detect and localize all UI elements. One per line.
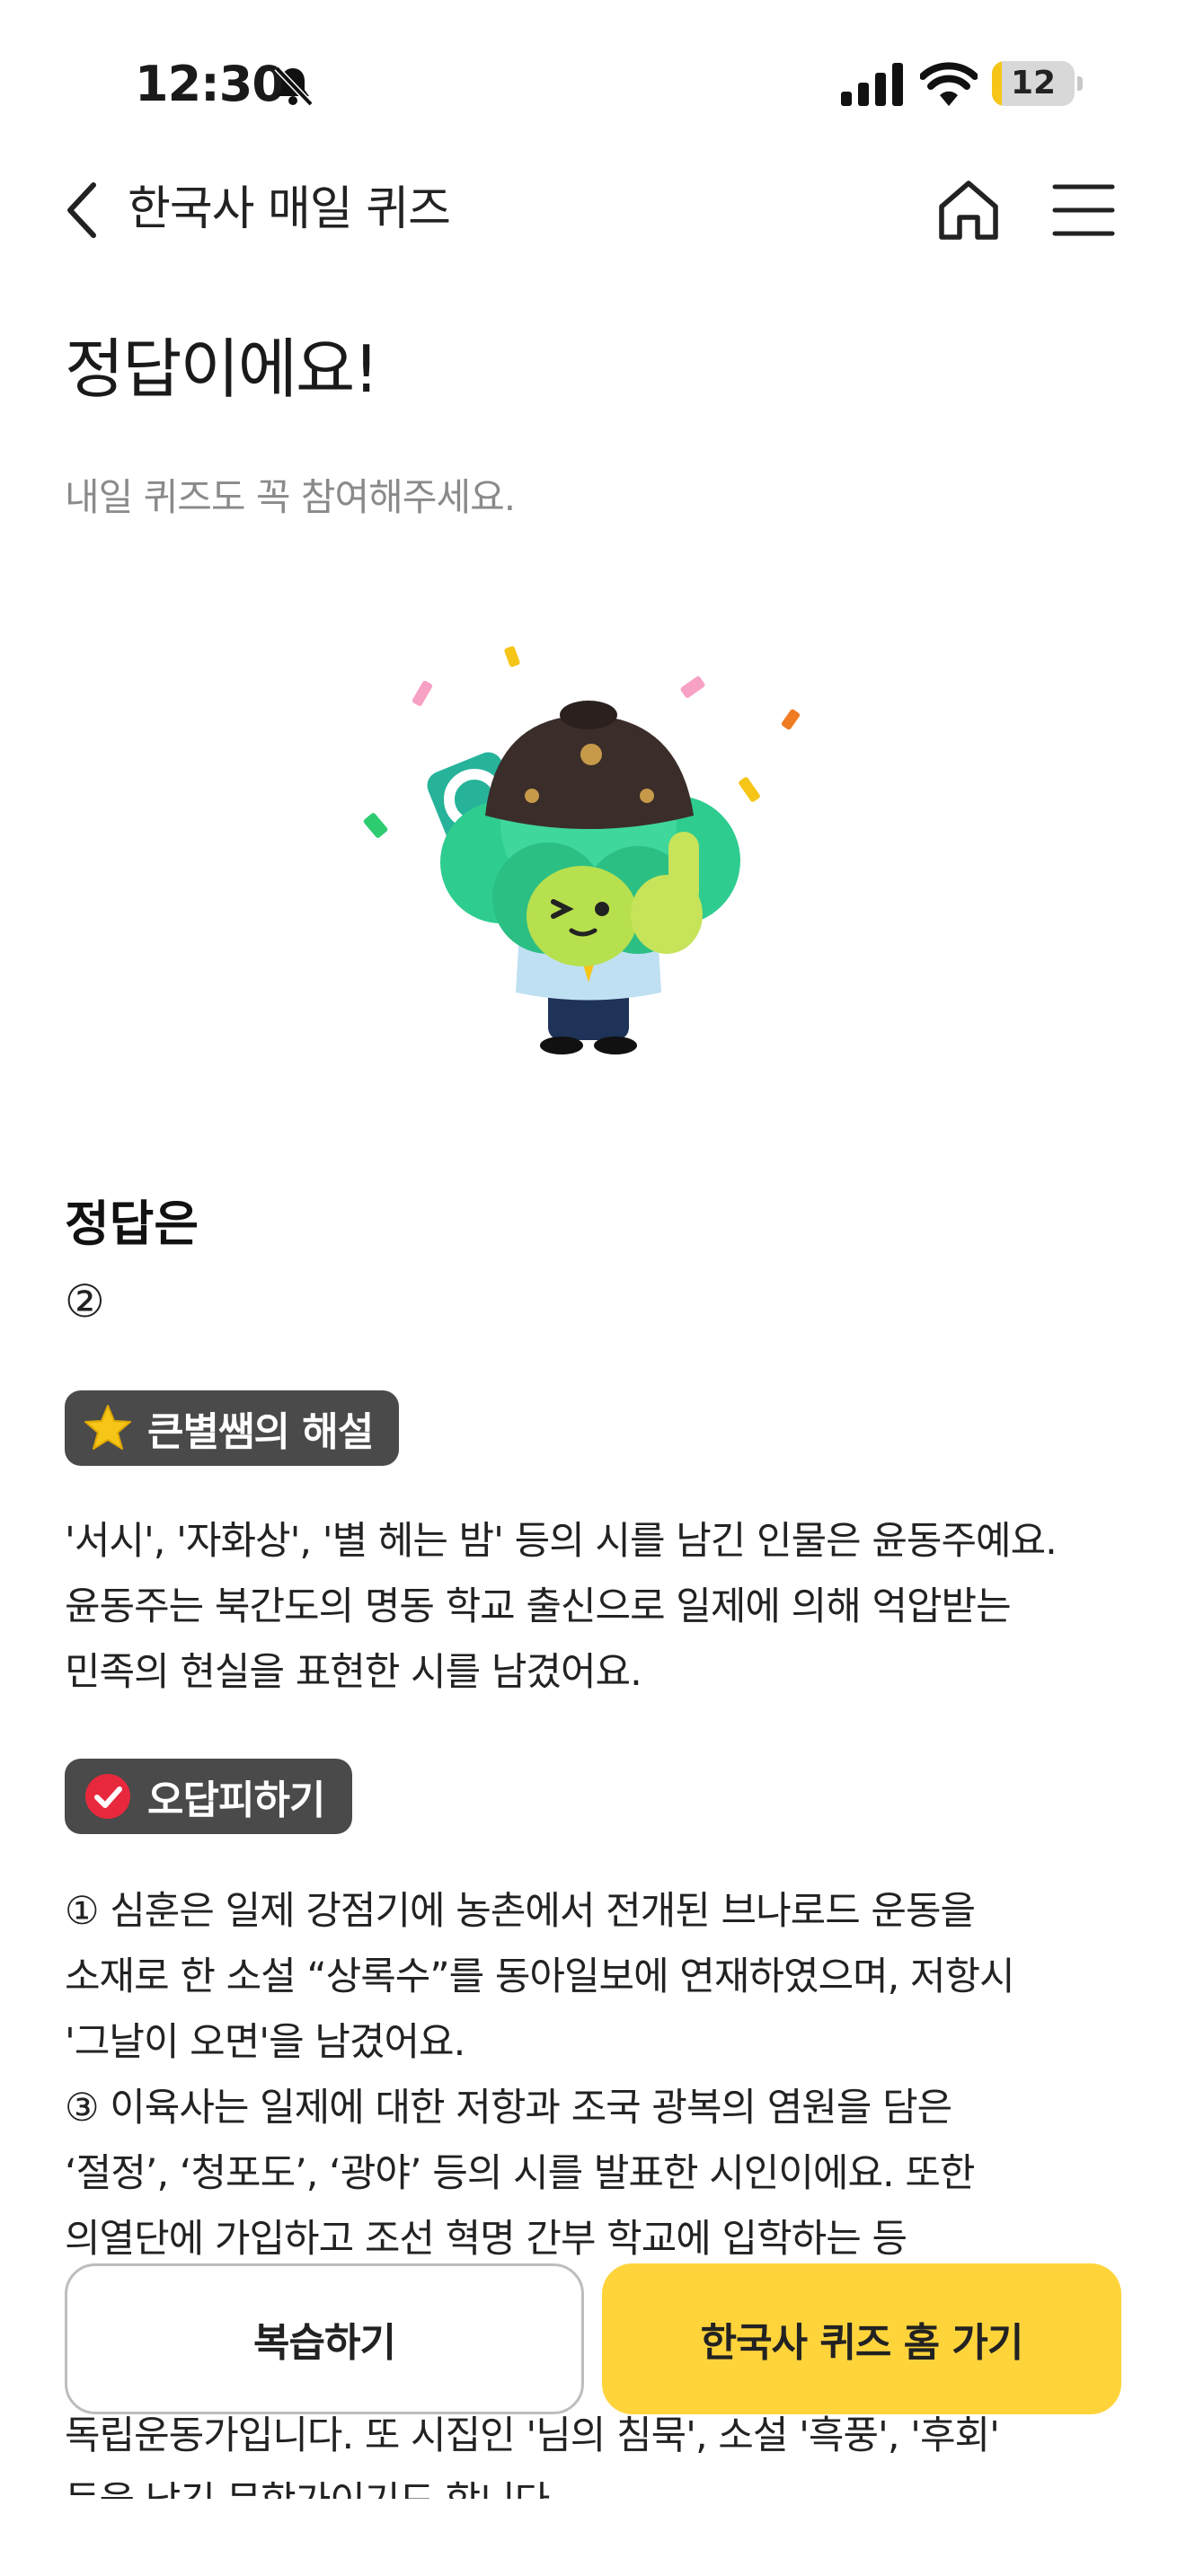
review-button[interactable]: 복습하기 [65, 2263, 584, 2414]
explanation-text: '서시', '자화상', '별 헤는 밤' 등의 시를 남긴 인물은 윤동주예요… [65, 1509, 1134, 1706]
confetti-piece [412, 680, 433, 707]
answer-value: ② [65, 1275, 105, 1328]
wrong-answers-line: '그날이 오면'을 남겼어요. [65, 2020, 465, 2065]
status-bar: 12:30 12 [0, 0, 1186, 171]
mascot-illustration [363, 646, 801, 1054]
confetti-piece [504, 646, 520, 667]
result-headline: 정답이에요! [65, 331, 379, 407]
check-circle-icon [85, 1774, 130, 1819]
status-time: 12:30 [135, 56, 286, 112]
explanation-line: '서시', '자화상', '별 헤는 밤' 등의 시를 남긴 인물은 윤동주예요… [65, 1519, 1058, 1564]
star-icon [84, 1405, 131, 1450]
explanation-badge-label: 큰별쌤의 해설 [147, 1409, 374, 1455]
result-subtitle: 내일 퀴즈도 꼭 참여해주세요. [65, 475, 516, 519]
bell-slash-icon [274, 66, 314, 107]
nav-title: 한국사 매일 퀴즈 [128, 182, 451, 236]
quiz-home-button[interactable]: 한국사 퀴즈 홈 가기 [602, 2263, 1121, 2414]
wrong-answers-line: 소재로 한 소설 “상록수”를 동아일보에 연재하였으며, 저항시 [65, 1954, 1015, 1999]
explanation-badge: 큰별쌤의 해설 [65, 1390, 399, 1466]
confetti-piece [363, 813, 388, 838]
explanation-line: 윤동주는 북간도의 명동 학교 출신으로 일제에 의해 억압받는 [65, 1584, 1012, 1629]
wrong-answers-badge: 오답피하기 [65, 1759, 352, 1834]
wrong-answers-line: 등을 남긴 문학가이기도 합니다. [65, 2469, 1134, 2499]
battery-icon: 12 [992, 61, 1084, 108]
wrong-answers-line: ① 심훈은 일제 강점기에 농촌에서 전개된 브나로드 운동을 [65, 1889, 976, 1934]
cellular-signal-icon [841, 63, 903, 106]
chevron-left-icon[interactable] [59, 176, 110, 244]
wrong-answers-line: ‘절정’, ‘청포도’, ‘광야’ 등의 시를 발표한 시인이에요. 또한 [65, 2151, 975, 2196]
confetti-piece [680, 675, 705, 699]
wifi-icon [920, 62, 978, 106]
hamburger-menu-icon[interactable] [1051, 181, 1116, 239]
explanation-line: 민족의 현실을 표현한 시를 남겼어요. [65, 1650, 642, 1695]
wrong-answers-badge-label: 오답피하기 [147, 1778, 325, 1823]
confetti-piece [739, 777, 760, 802]
home-icon[interactable] [933, 174, 1005, 246]
battery-level: 12 [1010, 65, 1057, 101]
confetti-piece [781, 709, 801, 730]
wrong-answers-line: ③ 이육사는 일제에 대한 저항과 조국 광복의 염원을 담은 [65, 2086, 952, 2130]
answer-label: 정답은 [65, 1195, 199, 1252]
